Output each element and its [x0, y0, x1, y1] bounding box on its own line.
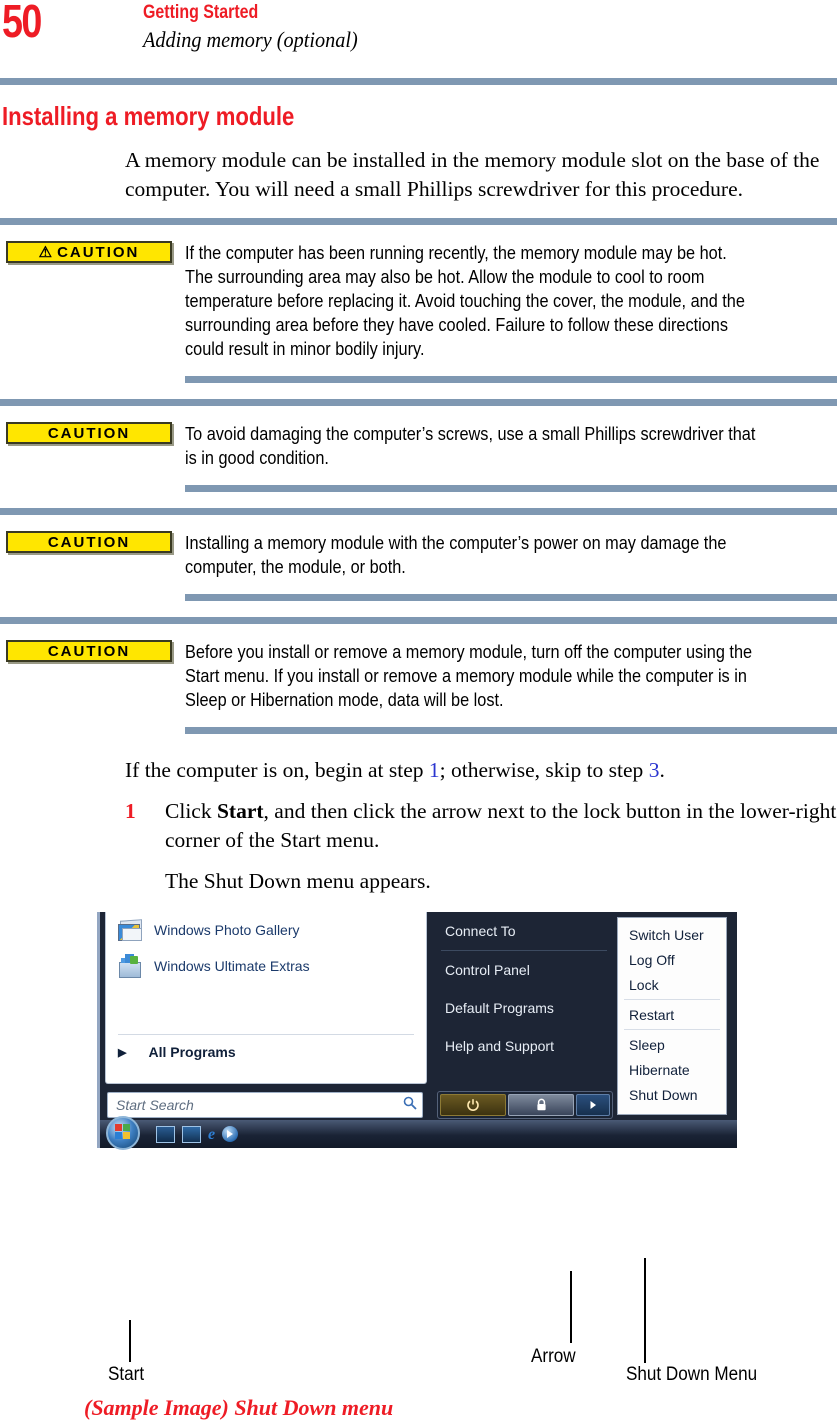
section-title: Installing a memory module	[2, 101, 295, 131]
caution-text: To avoid damaging the computer’s screws,…	[185, 423, 756, 468]
start-menu-item-connect-to[interactable]: Connect To	[433, 912, 615, 950]
windows-media-player-icon[interactable]	[222, 1126, 239, 1142]
power-button[interactable]	[440, 1094, 506, 1116]
caution-top-rule	[0, 508, 837, 515]
start-search-placeholder: Start Search	[116, 1097, 194, 1113]
caution-badge-cell: CAUTION	[0, 531, 185, 553]
callout-label-arrow: Arrow	[531, 1346, 576, 1367]
start-menu-item-label: Windows Ultimate Extras	[154, 958, 310, 974]
step-text-post: , and then click the arrow next to the l…	[165, 799, 837, 852]
caution-text: If the computer has been running recentl…	[185, 242, 745, 359]
caution-block-3: CAUTION Installing a memory module with …	[0, 508, 837, 601]
caution-top-rule	[0, 218, 837, 225]
start-menu-item-control-panel[interactable]: Control Panel	[433, 951, 615, 989]
caution-badge-cell: CAUTION	[0, 640, 185, 662]
submenu-item-restart[interactable]: Restart	[618, 1002, 726, 1027]
internet-explorer-icon[interactable]: e	[208, 1126, 215, 1142]
chevron-right-icon: ▶	[118, 1046, 127, 1059]
start-menu-item-photo-gallery[interactable]: Windows Photo Gallery	[106, 912, 426, 948]
ultimate-extras-icon	[116, 953, 146, 979]
start-menu-item-ultimate-extras[interactable]: Windows Ultimate Extras	[106, 948, 426, 984]
windows-orb-icon[interactable]	[106, 1115, 140, 1150]
lock-button[interactable]	[508, 1094, 574, 1116]
caution-badge-label: CAUTION	[57, 243, 140, 261]
header-rule	[0, 78, 837, 85]
submenu-item-shut-down[interactable]: Shut Down	[618, 1082, 726, 1107]
caution-block-4: CAUTION Before you install or remove a m…	[0, 617, 837, 734]
caution-badge-label: CAUTION	[47, 642, 131, 660]
start-menu-item-help-and-support[interactable]: Help and Support	[433, 1027, 615, 1065]
submenu-item-hibernate[interactable]: Hibernate	[618, 1057, 726, 1082]
warning-triangle-icon: ⚠	[38, 243, 55, 261]
caution-badge-label: CAUTION	[47, 533, 131, 551]
caution-block-2: CAUTION To avoid damaging the computer’s…	[0, 399, 837, 492]
lead-text-middle: ; otherwise, skip to step	[439, 758, 649, 782]
start-menu-right-panel: Connect To Control Panel Default Program…	[433, 912, 615, 1084]
caution-top-rule	[0, 617, 837, 624]
step-number: 1	[125, 799, 136, 823]
caution-block-1: ⚠ CAUTION If the computer has been runni…	[0, 218, 837, 383]
step-crossref-3[interactable]: 3	[649, 758, 660, 782]
quick-launch-bar: e	[156, 1125, 239, 1143]
shut-down-submenu: Switch User Log Off Lock Restart Sleep H…	[617, 917, 727, 1115]
taskbar: e	[97, 1115, 737, 1150]
start-search-input[interactable]: Start Search	[107, 1092, 423, 1118]
caution-badge: CAUTION	[6, 422, 172, 444]
submenu-item-lock[interactable]: Lock	[618, 972, 726, 997]
caution-badge: CAUTION	[6, 640, 172, 662]
submenu-item-sleep[interactable]: Sleep	[618, 1032, 726, 1057]
procedure-step-1: 1 Click Start, and then click the arrow …	[125, 797, 837, 855]
callout-label-start: Start	[108, 1364, 145, 1385]
caution-badge: CAUTION	[6, 531, 172, 553]
header-book-section: Getting Started	[143, 2, 259, 23]
submenu-divider	[624, 999, 720, 1000]
submenu-divider	[624, 1029, 720, 1030]
submenu-item-log-off[interactable]: Log Off	[618, 947, 726, 972]
caution-top-rule	[0, 399, 837, 406]
callout-line-arrow	[570, 1271, 572, 1343]
caution-badge-cell: ⚠ CAUTION	[0, 241, 185, 263]
header-titles: Getting Started Adding memory (optional)	[143, 2, 376, 53]
start-menu-power-buttons	[437, 1091, 613, 1119]
start-menu-item-label: Windows Photo Gallery	[154, 922, 300, 938]
start-menu-all-programs[interactable]: ▶ All Programs	[106, 1035, 426, 1069]
magnifier-icon	[398, 1096, 422, 1115]
procedure-lead-paragraph: If the computer is on, begin at step 1; …	[125, 756, 837, 785]
start-menu-left-panel: Windows Photo Gallery Windows Ultimate E…	[105, 912, 427, 1084]
caution-bottom-rule	[185, 376, 837, 383]
show-desktop-icon[interactable]	[156, 1125, 175, 1143]
procedure-step-result: The Shut Down menu appears.	[165, 869, 431, 893]
caution-bottom-rule	[185, 727, 837, 734]
caution-text: Installing a memory module with the comp…	[185, 532, 727, 577]
step-crossref-1[interactable]: 1	[429, 758, 440, 782]
submenu-item-switch-user[interactable]: Switch User	[618, 922, 726, 947]
callout-label-shut-down-menu: Shut Down Menu	[626, 1364, 758, 1385]
callout-line-shut-down-menu	[644, 1258, 646, 1363]
start-menu-item-default-programs[interactable]: Default Programs	[433, 989, 615, 1027]
figure-caption: (Sample Image) Shut Down menu	[84, 1395, 394, 1420]
header-chapter-title: Adding memory (optional)	[143, 27, 358, 52]
caution-badge-label: CAUTION	[47, 424, 131, 442]
caution-badge: ⚠ CAUTION	[6, 241, 172, 263]
page-number: 50	[2, 0, 42, 47]
page-header: 50 Getting Started Adding memory (option…	[0, 0, 837, 78]
caution-badge-cell: CAUTION	[0, 422, 185, 444]
switch-windows-icon[interactable]	[182, 1125, 201, 1143]
all-programs-label: All Programs	[148, 1044, 236, 1060]
step-text-pre: Click	[165, 799, 217, 823]
caution-bottom-rule	[185, 594, 837, 601]
lead-text-after: .	[659, 758, 665, 782]
step-bold-start: Start	[216, 799, 264, 823]
photo-gallery-icon	[116, 917, 146, 943]
step-text: Click Start, and then click the arrow ne…	[165, 797, 837, 855]
shutdown-arrow-button[interactable]	[576, 1094, 610, 1116]
start-menu-figure: Windows Photo Gallery Windows Ultimate E…	[97, 912, 737, 1174]
start-menu-screenshot: Windows Photo Gallery Windows Ultimate E…	[97, 912, 737, 1174]
lead-text-before: If the computer is on, begin at step	[125, 758, 429, 782]
caution-text: Before you install or remove a memory mo…	[185, 641, 753, 710]
callout-line-start	[129, 1320, 131, 1362]
caution-bottom-rule	[185, 485, 837, 492]
section-intro-paragraph: A memory module can be installed in the …	[125, 148, 820, 201]
